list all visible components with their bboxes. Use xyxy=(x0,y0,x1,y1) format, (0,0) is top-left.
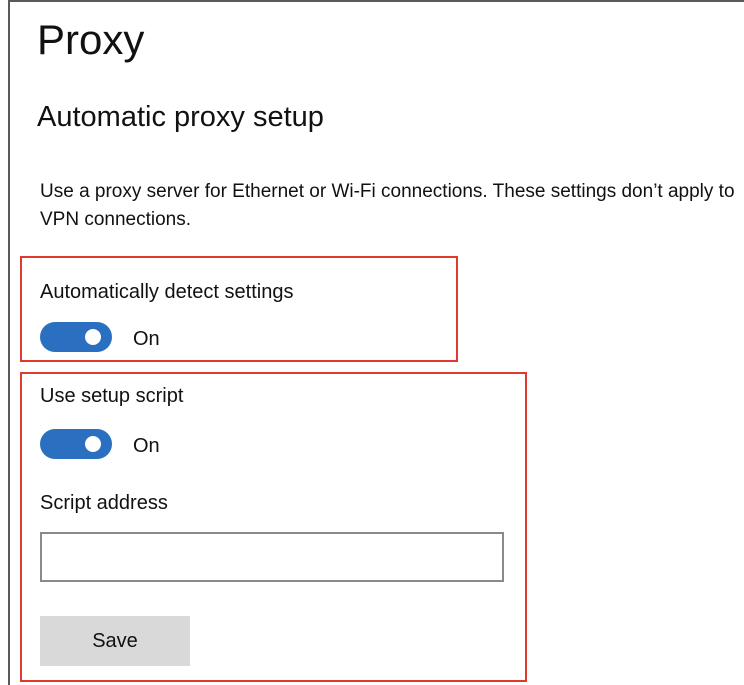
save-button[interactable]: Save xyxy=(40,616,190,666)
auto-detect-label: Automatically detect settings xyxy=(40,281,294,303)
toggle-knob xyxy=(85,329,101,345)
script-address-label: Script address xyxy=(40,492,168,514)
page-title: Proxy xyxy=(37,16,145,63)
auto-detect-state: On xyxy=(133,328,160,350)
setup-script-toggle[interactable] xyxy=(40,429,112,459)
window-border-left xyxy=(8,0,10,685)
section-description: Use a proxy server for Ethernet or Wi-Fi… xyxy=(40,181,735,230)
setup-script-label: Use setup script xyxy=(40,385,184,407)
setup-script-state: On xyxy=(133,435,160,457)
settings-window: Proxy Automatic proxy setup Use a proxy … xyxy=(0,0,744,685)
section-title-automatic-proxy: Automatic proxy setup xyxy=(37,101,324,133)
window-border-top xyxy=(8,0,744,2)
script-address-input[interactable] xyxy=(40,532,504,582)
toggle-knob xyxy=(85,436,101,452)
auto-detect-toggle[interactable] xyxy=(40,322,112,352)
